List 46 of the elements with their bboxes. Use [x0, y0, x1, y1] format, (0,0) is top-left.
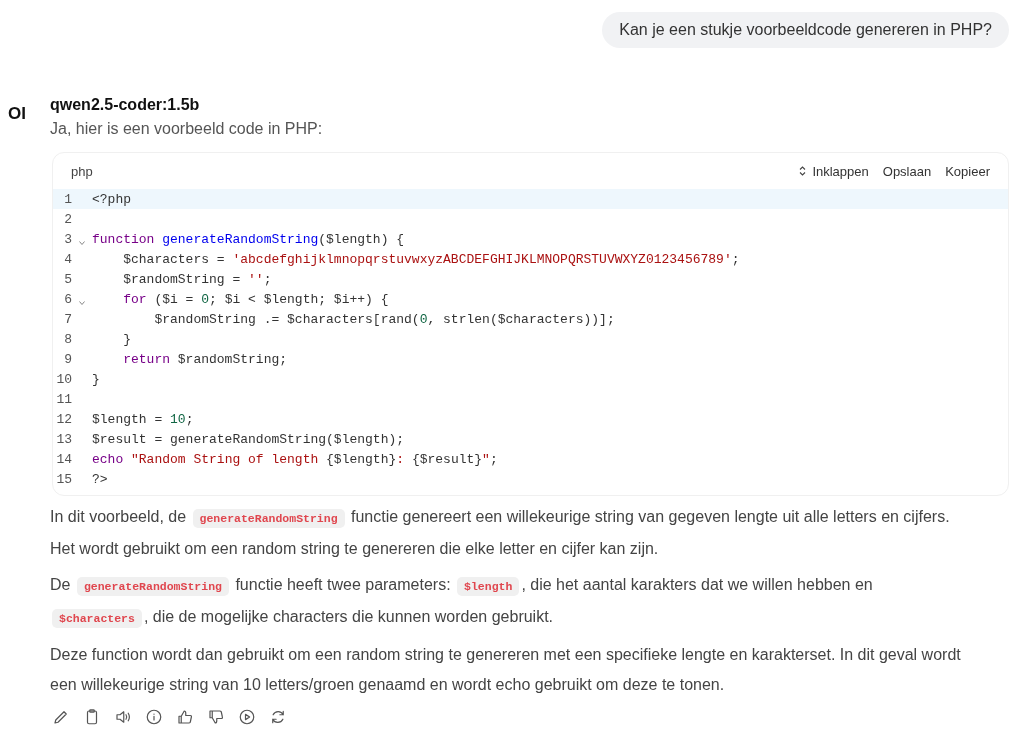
- code-text: $characters = 'abcdefghijklmnopqrstuvwxyzABCDEFGHIJKLMNOPQRSTUVWXYZ0123456789';: [122, 251, 740, 267]
- line-number: 4: [63, 251, 72, 267]
- code-action-button[interactable]: Kopieer: [945, 163, 990, 179]
- line-number: 1: [63, 191, 72, 207]
- line-number: 10: [55, 371, 72, 387]
- inline-code: $length: [457, 577, 520, 596]
- code-text: }: [92, 371, 100, 387]
- code-text: $randomString .= $characters[rand(0, strlen($characters))];: [153, 311, 615, 327]
- code-text: $result = generateRandomString($length);: [92, 431, 405, 447]
- message-paragraph: In dit voorbeeld, de generateRandomString functie genereert een willekeurige string van gegeven lengte uit alle letters en cijfers. Het wordt gebruikt om een random string te genereren die elke letter en cijfer kan zijn.: [50, 507, 951, 559]
- up-down-chevron-icon: [799, 166, 807, 176]
- line-number: 5: [63, 271, 72, 287]
- inline-code: $characters: [52, 609, 142, 628]
- message-paragraph: Deze function wordt dan gebruikt om een random string te genereren met een specifieke lengte en karakterset. In dit geval wordt een willekeurige string van 10 letters/groen genaamd en wordt echo gebruikt om deze te tonen.: [50, 645, 962, 695]
- language-label: php: [71, 163, 93, 179]
- line-number: 2: [63, 211, 72, 227]
- line-number: 8: [63, 331, 72, 347]
- code-text: $length = 10;: [92, 411, 194, 427]
- inline-code: generateRandomString: [76, 577, 229, 596]
- message-text: Ja, hier is een voorbeeld code in PHP:: [50, 120, 324, 138]
- code-action-button[interactable]: Opslaan: [882, 163, 932, 179]
- line-number: 14: [55, 451, 72, 467]
- code-text: return $randomString;: [122, 351, 288, 367]
- model-name: qwen2.5-coder:1.5b: [50, 96, 201, 114]
- user-message: Kan je een stukje voorbeeldcode genereren in PHP?: [602, 12, 1009, 48]
- fold-chevron-icon[interactable]: [79, 301, 85, 305]
- line-number: 9: [63, 351, 72, 367]
- line-number: 6: [63, 291, 72, 307]
- code-text: ?>: [92, 471, 108, 487]
- inline-code: generateRandomString: [192, 509, 345, 528]
- collapse-button[interactable]: Inklappen: [799, 163, 869, 179]
- line-number: 13: [55, 431, 72, 447]
- code-text: function generateRandomString($length) {: [92, 231, 405, 247]
- line-number: 15: [55, 471, 72, 487]
- line-number: 11: [55, 391, 72, 407]
- code-text: echo "Random String of length {$length}: {$result}";: [92, 451, 498, 467]
- code-text: for ($i = 0; $i < $length; $i++) {: [122, 291, 389, 307]
- line-number: 3: [63, 231, 72, 247]
- message-paragraph: De generateRandomString functie heeft twee parameters: $length , die het aantal karakters dat we willen hebben en $characters , die de mogelijke characters die kunnen worden gebruikt.: [50, 570, 965, 634]
- code-text: <?php: [92, 191, 131, 207]
- code-text: $randomString = '';: [122, 271, 272, 287]
- code-text: }: [122, 331, 131, 347]
- line-number: 7: [63, 311, 72, 327]
- assistant-avatar: OI: [8, 104, 27, 125]
- line-number: 12: [55, 411, 72, 427]
- fold-chevron-icon[interactable]: [79, 241, 85, 245]
